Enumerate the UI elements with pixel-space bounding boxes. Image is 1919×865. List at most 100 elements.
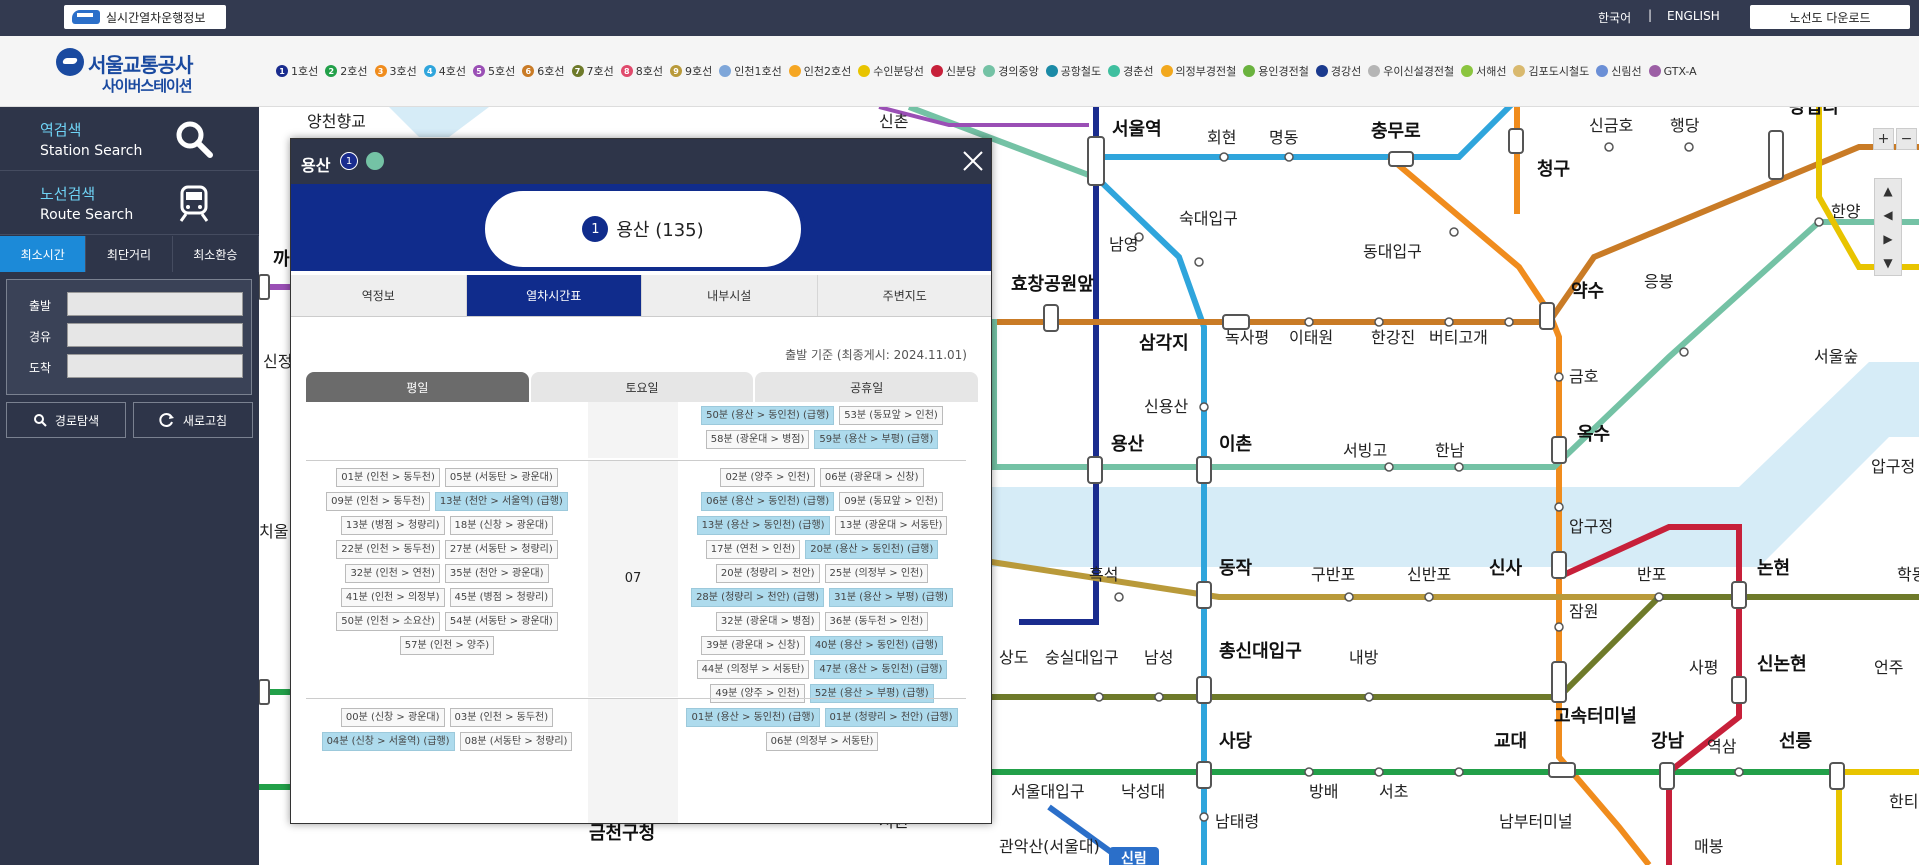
line-legend-item[interactable]: 7 7호선 bbox=[571, 63, 614, 79]
zoom-out-button[interactable]: − bbox=[1896, 128, 1917, 150]
line-legend-item[interactable]: 인천2호선 bbox=[788, 63, 851, 79]
line-legend-item[interactable]: 우이신설경전철 bbox=[1368, 63, 1454, 79]
station-apgujeong-rodeo[interactable]: 압구정 bbox=[1871, 457, 1915, 476]
station-seolleung[interactable]: 선릉 bbox=[1779, 731, 1812, 752]
station-myeongdong[interactable]: 명동 bbox=[1269, 128, 1298, 147]
close-icon[interactable] bbox=[961, 149, 985, 173]
station-seoulsup[interactable]: 서울숲 bbox=[1814, 347, 1858, 366]
depart-input[interactable] bbox=[67, 292, 243, 316]
station-nonhyeon[interactable]: 논현 bbox=[1757, 558, 1790, 579]
pan-down-button[interactable]: ▼ bbox=[1875, 251, 1901, 275]
tab-min-time[interactable]: 최소시간 bbox=[0, 236, 87, 272]
station-yongsan[interactable]: 용산 bbox=[1111, 434, 1145, 455]
line-legend-item[interactable]: 경강선 bbox=[1315, 63, 1361, 79]
line-legend-item[interactable]: GTX-A bbox=[1648, 63, 1697, 79]
station-sangdo[interactable]: 상도 bbox=[999, 648, 1028, 667]
line-legend-item[interactable]: 5 5호선 bbox=[473, 63, 515, 79]
station-sinyongsan[interactable]: 신용산 bbox=[1144, 397, 1188, 416]
station-yeoksam[interactable]: 역삼 bbox=[1707, 737, 1737, 756]
station-left-sin[interactable]: 신정 bbox=[263, 352, 292, 371]
station-dongjak[interactable]: 동작 bbox=[1219, 558, 1253, 579]
realtime-train-button[interactable]: 실시간열차운행정보 bbox=[64, 5, 226, 29]
station-nambu[interactable]: 남부터미널 bbox=[1499, 812, 1573, 831]
station-hakdong[interactable]: 학동 bbox=[1897, 565, 1919, 584]
station-gangnam[interactable]: 강남 bbox=[1651, 731, 1685, 752]
tab-nearby-map[interactable]: 주변지도 bbox=[818, 275, 992, 316]
lang-english-link[interactable]: ENGLISH bbox=[1667, 9, 1720, 23]
tab-timetable[interactable]: 열차시간표 bbox=[466, 275, 642, 316]
station-eonju[interactable]: 언주 bbox=[1874, 658, 1903, 677]
station-singeumho[interactable]: 신금호 bbox=[1589, 116, 1633, 135]
station-hoehyeon[interactable]: 회현 bbox=[1207, 128, 1236, 147]
station-namtaeryeong[interactable]: 남태령 bbox=[1215, 812, 1259, 831]
station-sinbanpo[interactable]: 신반포 bbox=[1407, 565, 1451, 584]
map-download-button[interactable]: 노선도 다운로드 bbox=[1750, 5, 1910, 29]
tab-saturday[interactable]: 토요일 bbox=[530, 372, 754, 402]
station-left-kka[interactable]: 까 bbox=[273, 249, 290, 270]
station-geumho[interactable]: 금호 bbox=[1569, 367, 1598, 386]
tab-station-info[interactable]: 역정보 bbox=[291, 275, 467, 316]
station-noksapyeong[interactable]: 녹사평 bbox=[1225, 328, 1269, 347]
station-banpo[interactable]: 반포 bbox=[1637, 565, 1666, 584]
line-legend-item[interactable]: 8 8호선 bbox=[620, 63, 663, 79]
line-legend-item[interactable]: 수인분당선 bbox=[858, 63, 924, 79]
station-snu[interactable]: 서울대입구 bbox=[1011, 782, 1085, 801]
station-jamwon[interactable]: 잠원 bbox=[1569, 602, 1598, 621]
station-sapyeong[interactable]: 사평 bbox=[1689, 658, 1718, 677]
route-search-submit-button[interactable]: 경로탐색 bbox=[6, 402, 126, 438]
station-dongdaeipgu[interactable]: 동대입구 bbox=[1363, 242, 1422, 261]
station-itaewon[interactable]: 이태원 bbox=[1289, 328, 1333, 347]
line-legend-item[interactable]: 의정부경전철 bbox=[1160, 63, 1236, 79]
pan-right-button[interactable]: ▶ bbox=[1875, 227, 1901, 251]
station-left-chi[interactable]: 치울 bbox=[259, 522, 288, 541]
station-apgujeong[interactable]: 압구정 bbox=[1569, 517, 1613, 536]
station-namyeong[interactable]: 남영 bbox=[1109, 235, 1138, 254]
line-legend-item[interactable]: 6 6호선 bbox=[522, 63, 565, 79]
tab-facilities[interactable]: 내부시설 bbox=[642, 275, 818, 316]
tab-weekday[interactable]: 평일 bbox=[306, 372, 529, 402]
refresh-button[interactable]: 새로고침 bbox=[133, 402, 253, 438]
station-chungmuro[interactable]: 충무로 bbox=[1371, 121, 1421, 142]
line-legend-item[interactable]: 인천1호선 bbox=[719, 63, 782, 79]
station-sillim[interactable]: 신림 bbox=[1121, 851, 1147, 865]
line-legend-item[interactable]: 4 4호선 bbox=[423, 63, 466, 79]
station-gubanpo[interactable]: 구반포 bbox=[1311, 565, 1355, 584]
timetable[interactable]: 50분 (용산 > 동인천) (급행) 53분 (동묘앞 > 인천) 58분 (광운… bbox=[306, 402, 978, 823]
station-yangcheon[interactable]: 양천향교 bbox=[307, 112, 366, 131]
line-legend-item[interactable]: 경의중앙 bbox=[983, 63, 1039, 79]
station-sookmyung[interactable]: 숙대입구 bbox=[1179, 209, 1238, 228]
station-heukseok[interactable]: 흑석 bbox=[1089, 565, 1118, 584]
line-legend-item[interactable]: 신림선 bbox=[1596, 63, 1642, 79]
pan-up-button[interactable]: ▲ bbox=[1875, 179, 1901, 203]
station-bangbae[interactable]: 방배 bbox=[1309, 782, 1338, 801]
line-legend-item[interactable]: 1 1호선 bbox=[276, 63, 318, 79]
line-legend-item[interactable]: 공항철도 bbox=[1045, 63, 1101, 79]
station-hannam[interactable]: 한남 bbox=[1435, 441, 1465, 460]
zoom-in-button[interactable]: + bbox=[1873, 128, 1894, 150]
line-legend-item[interactable]: 서해선 bbox=[1461, 63, 1506, 79]
line-legend-item[interactable]: 경춘선 bbox=[1108, 63, 1154, 79]
line-legend-item[interactable]: 김포도시철도 bbox=[1513, 63, 1589, 79]
station-sinsa[interactable]: 신사 bbox=[1489, 558, 1523, 579]
station-sinchon[interactable]: 신촌 bbox=[879, 112, 908, 131]
station-maebong[interactable]: 매봉 bbox=[1694, 837, 1723, 856]
line-legend-item[interactable]: 2 2호선 bbox=[325, 63, 368, 79]
route-search-button[interactable]: 노선검색 Route Search bbox=[0, 171, 259, 235]
pan-left-button[interactable]: ◀ bbox=[1875, 203, 1901, 227]
via-input[interactable] bbox=[67, 323, 243, 347]
station-samgakji[interactable]: 삼각지 bbox=[1139, 333, 1189, 354]
station-oksu[interactable]: 옥수 bbox=[1577, 424, 1610, 445]
line-legend-item[interactable]: 3 3호선 bbox=[374, 63, 417, 79]
station-geumcheon[interactable]: 금천구청 bbox=[589, 823, 655, 844]
station-soongsil[interactable]: 숭실대입구 bbox=[1045, 648, 1119, 667]
station-hyochang[interactable]: 효창공원앞 bbox=[1011, 274, 1094, 295]
station-beotigogae[interactable]: 버티고개 bbox=[1429, 328, 1488, 347]
station-wangsimni[interactable]: 왕십리 bbox=[1789, 107, 1839, 118]
station-seoul[interactable]: 서울역 bbox=[1112, 119, 1162, 140]
tab-min-transfer[interactable]: 최소환승 bbox=[172, 236, 259, 272]
line-legend-item[interactable]: 9 9호선 bbox=[670, 63, 712, 79]
line-legend-item[interactable]: 신분당 bbox=[930, 63, 976, 79]
station-naebang[interactable]: 내방 bbox=[1349, 648, 1379, 667]
station-seobinggo[interactable]: 서빙고 bbox=[1343, 441, 1387, 460]
lang-korean-link[interactable]: 한국어 bbox=[1598, 9, 1631, 26]
